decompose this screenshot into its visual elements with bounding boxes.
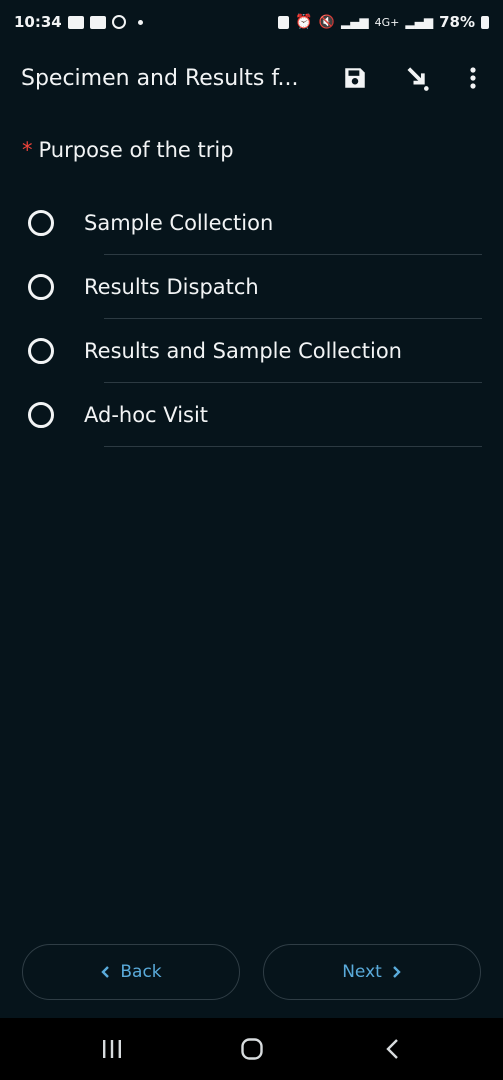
radio-button[interactable] (28, 210, 54, 236)
back-label: Back (120, 962, 162, 982)
status-left: 10:34 (14, 13, 143, 31)
next-button[interactable]: Next (263, 944, 481, 1000)
mute-icon: 🔇 (318, 14, 335, 30)
recent-apps-icon (103, 1040, 121, 1058)
save-icon (345, 68, 365, 88)
required-marker: * (22, 138, 33, 162)
more-vert-icon (470, 67, 476, 89)
status-bar: 10:34 ⏰ 🔇 ▂▄▆ 4G+ ▂▄▆ 78% (0, 0, 503, 44)
option-sample-collection[interactable]: Sample Collection (0, 192, 503, 256)
recent-apps-button[interactable] (101, 1038, 123, 1064)
option-results-and-sample-collection[interactable]: Results and Sample Collection (0, 320, 503, 384)
system-back-button[interactable] (384, 1038, 402, 1064)
divider (104, 382, 482, 383)
radio-button[interactable] (28, 338, 54, 364)
battery-percent: 78% (439, 13, 475, 31)
battery-icon (481, 15, 489, 29)
system-nav-bar (0, 1018, 503, 1080)
home-button[interactable] (240, 1038, 264, 1064)
option-label: Ad-hoc Visit (84, 403, 209, 427)
network-type: 4G+ (374, 15, 400, 29)
youtube-notification-icon (89, 15, 106, 29)
alarm-icon: ⏰ (295, 14, 313, 30)
back-button[interactable]: Back (22, 944, 240, 1000)
go-to-question-button[interactable] (401, 62, 433, 94)
more-notifications-icon (137, 19, 143, 25)
signal-icon-2: ▂▄▆ (405, 15, 434, 29)
divider (104, 446, 482, 447)
radio-button[interactable] (28, 402, 54, 428)
save-button[interactable] (339, 62, 371, 94)
question-text: Purpose of the trip (38, 138, 234, 162)
overflow-menu-button[interactable] (457, 62, 489, 94)
system-back-icon (386, 1039, 398, 1059)
chevron-right-icon (392, 966, 401, 978)
option-label: Results and Sample Collection (84, 339, 402, 363)
option-label: Sample Collection (84, 211, 274, 235)
status-time: 10:34 (14, 13, 62, 31)
home-icon (241, 1038, 263, 1060)
app-notification-icon (111, 15, 126, 29)
next-label: Next (342, 962, 382, 982)
status-right: ⏰ 🔇 ▂▄▆ 4G+ ▂▄▆ 78% (278, 13, 489, 31)
question-label: * Purpose of the trip (22, 138, 234, 162)
lock-icon (278, 15, 290, 29)
option-results-dispatch[interactable]: Results Dispatch (0, 256, 503, 320)
app-toolbar: Specimen and Results f... (0, 52, 503, 104)
form-title: Specimen and Results f... (21, 65, 299, 91)
radio-button[interactable] (28, 274, 54, 300)
divider (104, 318, 482, 319)
option-ad-hoc-visit[interactable]: Ad-hoc Visit (0, 384, 503, 448)
chevron-left-icon (101, 966, 110, 978)
divider (104, 254, 482, 255)
go-to-icon (407, 67, 429, 91)
gallery-notification-icon (67, 15, 84, 29)
signal-icon: ▂▄▆ (340, 15, 369, 29)
option-label: Results Dispatch (84, 275, 259, 299)
